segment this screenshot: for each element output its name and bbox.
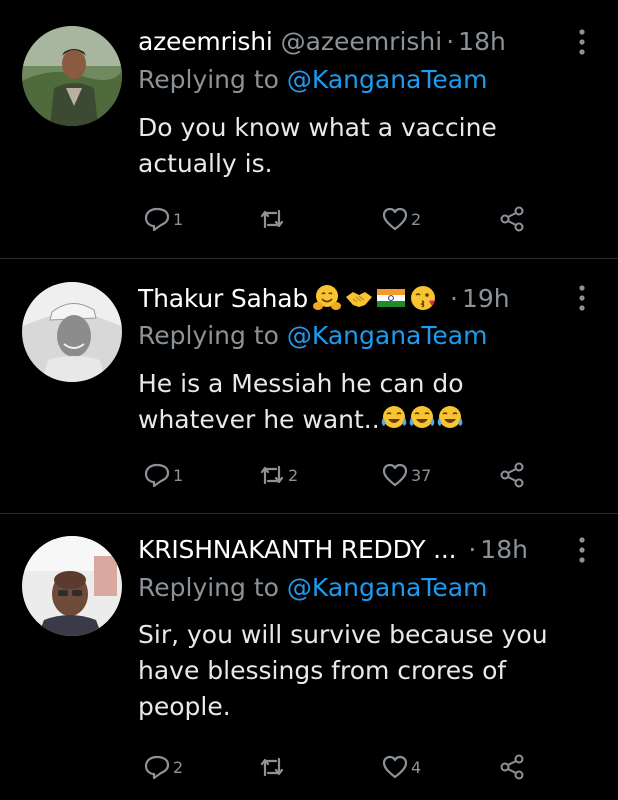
tears-of-joy-icon: [437, 406, 462, 428]
like-count: 2: [411, 209, 422, 229]
share-icon: [500, 206, 524, 232]
like-icon: [382, 755, 408, 779]
action-bar: 2 4: [138, 751, 538, 783]
avatar[interactable]: [22, 536, 122, 636]
display-name[interactable]: Thakur Sahab: [138, 284, 308, 313]
reply-button[interactable]: 2: [143, 751, 183, 783]
more-icon[interactable]: [576, 27, 588, 57]
reply-count: 1: [173, 209, 184, 229]
retweet-count: 2: [288, 465, 299, 485]
india-flag-icon: [377, 289, 406, 307]
timestamp[interactable]: 18h: [458, 27, 506, 56]
tweet-header: azeemrishi @azeemrishi · 18h: [138, 24, 548, 58]
replying-to-label: Replying to: [138, 321, 279, 350]
like-button[interactable]: 2: [381, 203, 421, 235]
like-icon: [382, 207, 408, 231]
tweet-header: Thakur Sahab · 19h: [138, 281, 548, 315]
tweet[interactable]: KRISHNAKANTH REDDY ... · 18h Replying to…: [0, 514, 618, 800]
share-button[interactable]: [498, 203, 526, 235]
replying-to: Replying to @KanganaTeam: [138, 65, 487, 99]
tears-of-joy-icon: [409, 406, 434, 428]
mention-link[interactable]: @KanganaTeam: [287, 65, 488, 94]
avatar[interactable]: [22, 282, 122, 382]
share-button[interactable]: [498, 751, 526, 783]
retweet-icon: [260, 757, 284, 777]
retweet-button[interactable]: 2: [258, 459, 298, 491]
reply-feed: azeemrishi @azeemrishi · 18h Replying to…: [0, 0, 618, 800]
like-button[interactable]: 37: [381, 459, 431, 491]
like-icon: [382, 463, 408, 487]
more-icon[interactable]: [576, 535, 588, 565]
handshake-icon: [346, 292, 373, 307]
mention-link[interactable]: @KanganaTeam: [287, 573, 488, 602]
replying-to: Replying to @KanganaTeam: [138, 321, 487, 355]
retweet-icon: [260, 209, 284, 229]
separator: ·: [468, 534, 477, 564]
share-button[interactable]: [498, 459, 526, 491]
tweet[interactable]: azeemrishi @azeemrishi · 18h Replying to…: [0, 0, 618, 258]
share-icon: [500, 462, 524, 488]
tweet-text: Sir, you will survive because you have b…: [138, 620, 548, 721]
tweet-text: He is a Messiah he can do whatever he wa…: [138, 366, 578, 438]
retweet-button[interactable]: [258, 203, 288, 235]
reply-button[interactable]: 1: [143, 203, 183, 235]
more-icon[interactable]: [576, 283, 588, 313]
reply-icon: [144, 755, 170, 780]
user-handle[interactable]: @azeemrishi: [281, 27, 443, 56]
like-button[interactable]: 4: [381, 751, 421, 783]
mention-link[interactable]: @KanganaTeam: [287, 321, 488, 350]
separator: ·: [446, 26, 455, 56]
like-count: 37: [411, 465, 432, 485]
display-name[interactable]: azeemrishi: [138, 27, 273, 56]
share-icon: [500, 754, 524, 780]
reply-count: 2: [173, 757, 184, 777]
replying-to-label: Replying to: [138, 573, 279, 602]
separator: ·: [450, 283, 458, 313]
reply-icon: [144, 463, 170, 488]
replying-to: Replying to @KanganaTeam: [138, 573, 487, 607]
kissing-face-icon: [411, 286, 436, 310]
name-emojis: [312, 283, 438, 313]
tweet-text: Do you know what a vaccine actually is.: [138, 113, 497, 178]
action-bar: 1 2 37: [138, 459, 538, 491]
avatar[interactable]: [22, 26, 122, 126]
tweet[interactable]: Thakur Sahab · 19h Replying to @KanganaT…: [0, 259, 618, 513]
reply-icon: [144, 207, 170, 232]
tweet-header: KRISHNAKANTH REDDY ... · 18h: [138, 532, 548, 566]
reply-button[interactable]: 1: [143, 459, 183, 491]
hugging-face-icon: [313, 285, 342, 310]
reply-count: 1: [173, 465, 184, 485]
like-count: 4: [411, 757, 422, 777]
retweet-button[interactable]: [258, 751, 288, 783]
tears-of-joy-icon: [381, 406, 406, 428]
replying-to-label: Replying to: [138, 65, 279, 94]
timestamp[interactable]: 19h: [462, 284, 510, 313]
retweet-icon: [260, 465, 284, 485]
display-name[interactable]: KRISHNAKANTH REDDY ...: [138, 535, 457, 564]
timestamp[interactable]: 18h: [480, 535, 528, 564]
action-bar: 1 2: [138, 203, 538, 235]
